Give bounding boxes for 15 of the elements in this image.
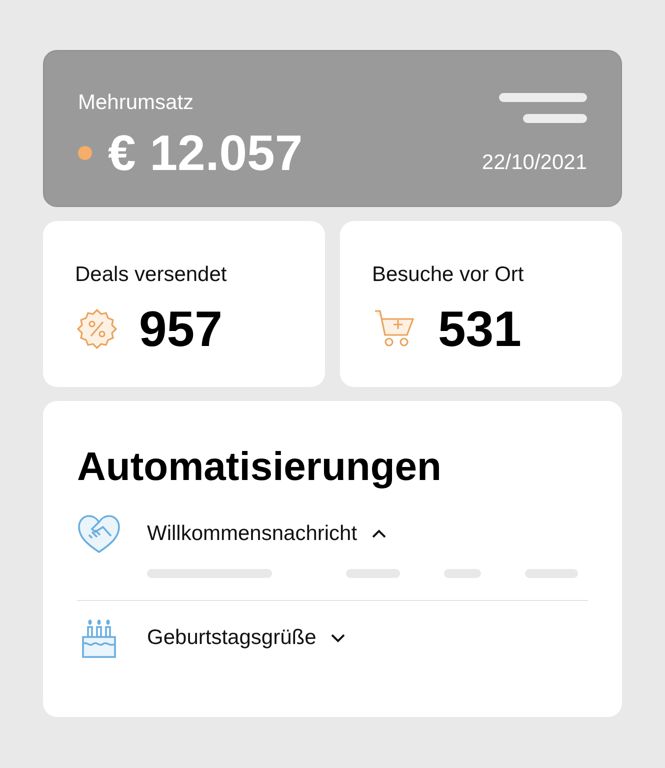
revenue-label: Mehrumsatz	[78, 90, 195, 116]
stat-label: Deals versendet	[75, 262, 228, 288]
stat-value: 957	[139, 300, 222, 358]
automation-toggle[interactable]: Willkommensnachricht	[147, 518, 388, 550]
stat-value: 531	[438, 300, 522, 358]
birthday-cake-icon	[80, 617, 118, 659]
discount-badge-icon	[75, 306, 119, 350]
revenue-value: € 12.057	[108, 124, 303, 182]
chevron-down-icon[interactable]	[330, 633, 346, 643]
stat-label: Besuche vor Ort	[372, 262, 525, 288]
automation-toggle[interactable]: Geburtstagsgrüße	[147, 622, 346, 654]
chevron-up-icon[interactable]	[371, 529, 388, 539]
heart-handshake-icon	[77, 513, 121, 555]
revenue-date: 22/10/2021	[482, 150, 587, 176]
automations-title: Automatisierungen	[77, 444, 442, 491]
